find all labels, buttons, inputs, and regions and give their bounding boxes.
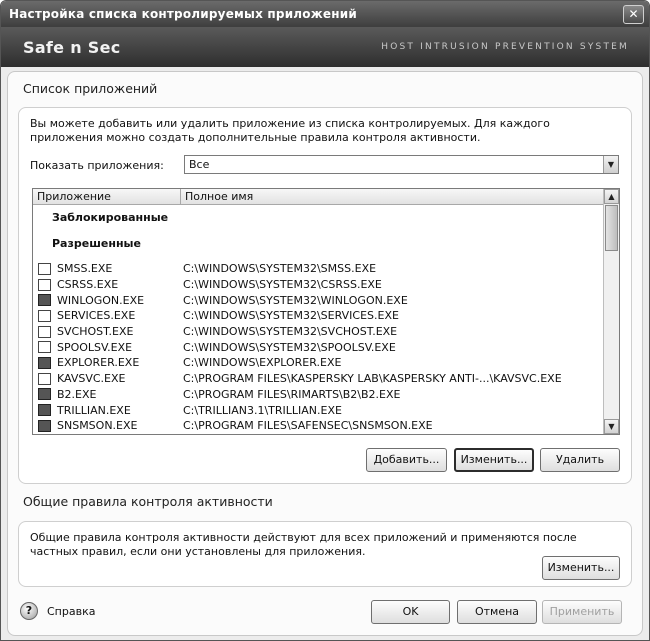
scroll-thumb[interactable] xyxy=(605,205,618,251)
row-full-path: C:\WINDOWS\SYSTEM32\SMSS.EXE xyxy=(183,262,377,276)
help-link[interactable]: ? Справка xyxy=(20,602,95,620)
table-row[interactable]: SMSS.EXE C:\WINDOWS\SYSTEM32\SMSS.EXE xyxy=(33,261,605,277)
brand-bar: Safe n Sec HOST INTRUSION PREVENTION SYS… xyxy=(1,27,649,67)
scroll-up-icon[interactable]: ▲ xyxy=(604,189,619,204)
list-rows: Заблокированные Разрешенные SMSS.EXE C:\W… xyxy=(33,205,605,434)
window-icon xyxy=(38,309,51,322)
edit-app-button[interactable]: Изменить... xyxy=(454,448,534,472)
app-list-description: Вы можете добавить или удалить приложени… xyxy=(30,117,550,144)
window-title: Настройка списка контролируемых приложен… xyxy=(9,7,357,21)
table-row[interactable]: SVCHOST.EXE C:\WINDOWS\SYSTEM32\SVCHOST.E… xyxy=(33,324,605,340)
app-list-section-title: Список приложений xyxy=(23,81,158,96)
table-row[interactable]: SNSMSON.EXE C:\PROGRAM FILES\SAFENSEC\SNS… xyxy=(33,418,605,434)
window-icon xyxy=(38,325,51,338)
close-button[interactable]: ✕ xyxy=(623,4,644,24)
row-app-name: SMSS.EXE xyxy=(57,262,113,276)
row-full-path: C:\PROGRAM FILES\KASPERSKY LAB\KASPERSKY… xyxy=(183,372,562,386)
help-icon[interactable]: ? xyxy=(20,602,38,620)
window-icon xyxy=(38,372,51,385)
row-app-name: KAVSVC.EXE xyxy=(57,372,126,386)
row-full-path: C:\WINDOWS\SYSTEM32\SVCHOST.EXE xyxy=(183,325,398,339)
row-app-name: CSRSS.EXE xyxy=(57,278,119,292)
cancel-button[interactable]: Отмена xyxy=(457,600,537,624)
show-apps-value: Все xyxy=(189,158,210,171)
table-row[interactable]: KAVSVC.EXE C:\PROGRAM FILES\KASPERSKY LAB… xyxy=(33,371,605,387)
brand-subtitle: HOST INTRUSION PREVENTION SYSTEM xyxy=(381,42,629,52)
row-full-path: C:\WINDOWS\SYSTEM32\SERVICES.EXE xyxy=(183,309,399,323)
row-full-path: C:\WINDOWS\SYSTEM32\SPOOLSV.EXE xyxy=(183,340,396,354)
apply-button[interactable]: Применить xyxy=(542,600,622,624)
row-app-name: WINLOGON.EXE xyxy=(57,293,145,307)
row-full-path: C:\TRILLIAN3.1\TRILLIAN.EXE xyxy=(183,403,342,417)
row-app-name: SNSMSON.EXE xyxy=(57,419,138,433)
table-row[interactable]: SPOOLSV.EXE C:\WINDOWS\SYSTEM32\SPOOLSV.E… xyxy=(33,339,605,355)
edit-rules-button[interactable]: Изменить... xyxy=(542,556,620,580)
applications-list[interactable]: Приложение Полное имя Заблокированные Ра… xyxy=(32,188,620,435)
ok-button[interactable]: OK xyxy=(371,600,450,624)
window-icon xyxy=(38,262,51,275)
group-allowed[interactable]: Разрешенные xyxy=(33,236,605,251)
explorer-icon xyxy=(38,356,51,369)
table-row[interactable]: EXPLORER.EXE C:\WINDOWS\EXPLORER.EXE xyxy=(33,355,605,371)
window-icon xyxy=(38,278,51,291)
help-label[interactable]: Справка xyxy=(47,605,95,618)
row-full-path: C:\WINDOWS\SYSTEM32\CSRSS.EXE xyxy=(183,278,382,292)
list-header: Приложение Полное имя xyxy=(33,189,605,205)
row-app-name: B2.EXE xyxy=(57,387,97,401)
row-app-name: SERVICES.EXE xyxy=(57,309,136,323)
table-row[interactable]: SERVICES.EXE C:\WINDOWS\SYSTEM32\SERVICES… xyxy=(33,308,605,324)
column-header-application[interactable]: Приложение xyxy=(33,189,181,204)
title-bar: Настройка списка контролируемых приложен… xyxy=(1,1,649,27)
show-apps-label: Показать приложения: xyxy=(30,159,164,172)
table-row[interactable]: TRILLIAN.EXE C:\TRILLIAN3.1\TRILLIAN.EXE xyxy=(33,402,605,418)
scroll-down-icon[interactable]: ▼ xyxy=(604,419,619,434)
table-row[interactable]: B2.EXE C:\PROGRAM FILES\RIMARTS\B2\B2.EXE xyxy=(33,387,605,403)
rows-container: SMSS.EXE C:\WINDOWS\SYSTEM32\SMSS.EXE CSRS… xyxy=(33,261,605,434)
settings-window: Настройка списка контролируемых приложен… xyxy=(0,0,650,641)
group-blocked[interactable]: Заблокированные xyxy=(33,210,605,225)
row-full-path: C:\WINDOWS\EXPLORER.EXE xyxy=(183,356,342,370)
trillian-icon xyxy=(38,404,51,417)
row-app-name: SVCHOST.EXE xyxy=(57,325,134,339)
row-full-path: C:\WINDOWS\SYSTEM32\WINLOGON.EXE xyxy=(183,293,408,307)
table-row[interactable]: WINLOGON.EXE C:\WINDOWS\SYSTEM32\WINLOGON… xyxy=(33,292,605,308)
lock-icon xyxy=(38,294,51,307)
rules-description: Общие правила контроля активности действ… xyxy=(30,531,577,558)
row-full-path: C:\PROGRAM FILES\SAFENSEC\SNSMSON.EXE xyxy=(183,419,433,433)
brand-logo: Safe n Sec xyxy=(23,37,121,57)
rules-section-title: Общие правила контроля активности xyxy=(23,494,273,509)
row-app-name: EXPLORER.EXE xyxy=(57,356,140,370)
show-apps-select[interactable]: Все ▼ xyxy=(184,155,619,174)
column-header-full-name[interactable]: Полное имя xyxy=(181,189,605,204)
vertical-scrollbar[interactable]: ▲ ▼ xyxy=(603,189,619,434)
table-row[interactable]: CSRSS.EXE C:\WINDOWS\SYSTEM32\CSRSS.EXE xyxy=(33,277,605,293)
mail-icon xyxy=(38,388,51,401)
row-app-name: SPOOLSV.EXE xyxy=(57,340,133,354)
delete-button[interactable]: Удалить xyxy=(540,448,620,472)
add-button[interactable]: Добавить... xyxy=(366,448,447,472)
row-full-path: C:\PROGRAM FILES\RIMARTS\B2\B2.EXE xyxy=(183,387,401,401)
row-app-name: TRILLIAN.EXE xyxy=(57,403,131,417)
app-icon xyxy=(38,419,51,432)
window-icon xyxy=(38,341,51,354)
chevron-down-icon[interactable]: ▼ xyxy=(603,156,618,173)
